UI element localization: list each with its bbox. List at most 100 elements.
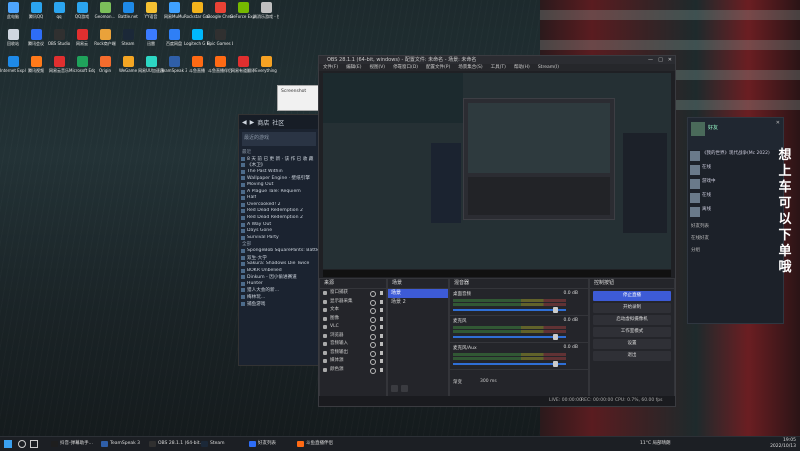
game-list-item[interactable]: Wallpaper Engine · 壁纸引擎 xyxy=(239,175,319,182)
menu-item[interactable]: 编辑(E) xyxy=(346,64,361,71)
game-list-item[interactable]: 8 天 前 已 更 新 · 该 作 已 收 藏 xyxy=(239,156,319,163)
visibility-icon[interactable] xyxy=(370,359,376,365)
menu-item[interactable]: 帮助(H) xyxy=(514,64,530,71)
game-list-item[interactable]: 捕鱼游戏 xyxy=(239,301,319,308)
obs-preview[interactable] xyxy=(323,73,671,269)
lock-icon[interactable] xyxy=(380,333,383,338)
game-list-item[interactable]: Sakura: Shadows Die Twice xyxy=(239,261,319,268)
lock-icon[interactable] xyxy=(380,325,383,329)
visibility-icon[interactable] xyxy=(370,333,376,340)
control-button[interactable]: 退出 xyxy=(593,351,671,361)
game-list-item[interactable]: Days Gone xyxy=(239,228,319,235)
search-icon[interactable] xyxy=(18,440,26,448)
notification-popup[interactable]: Screenshot xyxy=(277,85,321,111)
source-item[interactable]: 显示器采集 xyxy=(320,298,386,307)
lock-icon[interactable] xyxy=(380,342,383,346)
desktop-icon[interactable]: Everything xyxy=(253,56,279,73)
chat-entry[interactable]: 在线 xyxy=(688,192,783,206)
lock-icon[interactable] xyxy=(380,316,383,321)
add-scene-icon[interactable] xyxy=(391,385,398,392)
source-item[interactable]: VLC xyxy=(320,323,386,332)
weather-widget[interactable]: 11°C 局部晴朗 xyxy=(640,440,671,446)
windows-start-icon[interactable] xyxy=(4,440,12,448)
game-list-item[interactable]: SpongeBob SquarePants: Battle f xyxy=(239,248,319,255)
game-filter[interactable]: 最近的游戏 xyxy=(242,132,316,146)
menu-item[interactable]: 文件(F) xyxy=(323,64,338,71)
chat-entry[interactable]: 游戏中 xyxy=(688,178,783,192)
lock-icon[interactable] xyxy=(380,350,383,355)
game-list-item[interactable]: 梅林玩… xyxy=(239,294,319,301)
maximize-icon[interactable]: □ xyxy=(658,56,663,64)
menu-item[interactable]: 场景集合(S) xyxy=(458,64,482,71)
taskbar-app[interactable]: Steam xyxy=(200,439,225,449)
visibility-icon[interactable] xyxy=(370,291,376,297)
desktop-icon[interactable]: Epic Games Launcher xyxy=(207,29,233,46)
chat-entry[interactable]: 离线 xyxy=(688,206,783,220)
menu-item[interactable]: 配置文件(P) xyxy=(426,64,450,71)
visibility-icon[interactable] xyxy=(370,308,376,314)
lock-icon[interactable] xyxy=(380,359,383,363)
obs-window[interactable]: OBS 28.1.1 (64-bit, windows) - 配置文件: 未命名… xyxy=(318,55,676,407)
steam-window[interactable]: ◀ ▶ 商店 社区 最近的游戏 最近 8 天 前 已 更 新 · 该 作 已 收… xyxy=(238,114,320,366)
control-button[interactable]: 停止直播 xyxy=(593,291,671,301)
game-list-item[interactable]: Half xyxy=(239,195,319,202)
control-button[interactable]: 开始录制 xyxy=(593,303,671,313)
remove-scene-icon[interactable] xyxy=(401,385,408,392)
game-list-item[interactable]: A Way Out xyxy=(239,222,319,229)
menu-item[interactable]: 视图(V) xyxy=(369,64,385,71)
volume-slider-handle[interactable] xyxy=(553,334,558,340)
game-list-item[interactable]: Moving Out xyxy=(239,182,319,189)
tab-store[interactable]: 商店 xyxy=(257,118,269,127)
volume-slider[interactable] xyxy=(453,363,566,365)
game-list-item[interactable]: The Past Within xyxy=(239,169,319,176)
tab-community[interactable]: 社区 xyxy=(272,118,284,127)
menu-item[interactable]: 停靠窗口(D) xyxy=(393,64,418,71)
volume-slider-handle[interactable] xyxy=(553,307,558,313)
visibility-icon[interactable] xyxy=(370,350,376,357)
volume-slider[interactable] xyxy=(453,336,566,338)
source-item[interactable]: 音频输出 xyxy=(320,349,386,358)
transition-select[interactable]: 渐变 xyxy=(453,379,462,385)
visibility-icon[interactable] xyxy=(370,316,376,323)
game-list-item[interactable]: Overcooked! 2 xyxy=(239,202,319,209)
game-list-item[interactable]: BOKR Unbelied xyxy=(239,268,319,275)
game-list-item[interactable]: Red Dead Redemption 2 xyxy=(239,208,319,215)
game-list-item[interactable]: 《木卫》 xyxy=(239,162,319,169)
taskbar-app[interactable]: 抖音-弹幕助手... xyxy=(50,439,93,449)
taskbar-app[interactable]: 好友列表 xyxy=(248,439,276,449)
source-item[interactable]: 文本 xyxy=(320,306,386,315)
game-list-item[interactable]: Survival Party xyxy=(239,235,319,242)
minimize-icon[interactable]: — xyxy=(648,56,653,64)
game-list-item[interactable]: 双生·大学 xyxy=(239,255,319,262)
source-item[interactable]: 浏览器 xyxy=(320,332,386,341)
close-icon[interactable]: ✕ xyxy=(776,120,780,126)
system-clock[interactable]: 19:05 2022/10/13 xyxy=(770,438,796,450)
taskbar-app[interactable]: TeamSpeak 3 xyxy=(100,439,140,449)
source-item[interactable]: 媒体源 xyxy=(320,357,386,366)
transition-duration[interactable]: 300 ms xyxy=(480,379,497,384)
chat-entry[interactable]: 在线 xyxy=(688,164,783,178)
source-item[interactable]: 图像 xyxy=(320,315,386,324)
taskbar-app[interactable]: OBS 28.1.1 (64-bit... xyxy=(148,439,204,449)
game-list-item[interactable]: 猎人大会的新… xyxy=(239,287,319,294)
scene-item[interactable]: 场景 2 xyxy=(388,298,448,307)
visibility-icon[interactable] xyxy=(370,299,376,306)
lock-icon[interactable] xyxy=(380,308,383,312)
friends-chat-window[interactable]: 好友 ✕ 《我的世界》现代战争(Mc 2022) 在线 游戏中 在线 离线 好友列表 在… xyxy=(687,117,784,324)
task-view-icon[interactable] xyxy=(30,440,38,448)
back-icon[interactable]: ◀ xyxy=(242,119,247,126)
control-button[interactable]: 启动虚拟摄像机 xyxy=(593,315,671,325)
game-list-item[interactable]: Hunter xyxy=(239,281,319,288)
friends-list-label[interactable]: 好友列表 xyxy=(688,220,783,232)
lock-icon[interactable] xyxy=(380,299,383,304)
game-list-item[interactable]: Dinkum - 因小偷进赛道 xyxy=(239,274,319,281)
close-icon[interactable]: ✕ xyxy=(668,56,672,64)
visibility-icon[interactable] xyxy=(370,342,376,348)
control-button[interactable]: 设置 xyxy=(593,339,671,349)
taskbar-app[interactable]: 斗鱼直播伴侣 xyxy=(296,439,333,449)
game-list-item[interactable]: Red Dead Redemption 2 xyxy=(239,215,319,222)
source-item[interactable]: 窗口捕获 xyxy=(320,289,386,298)
chat-entry[interactable]: 《我的世界》现代战争(Mc 2022) xyxy=(688,150,783,164)
groups-label[interactable]: 分组 xyxy=(688,244,783,256)
volume-slider-handle[interactable] xyxy=(553,361,558,367)
